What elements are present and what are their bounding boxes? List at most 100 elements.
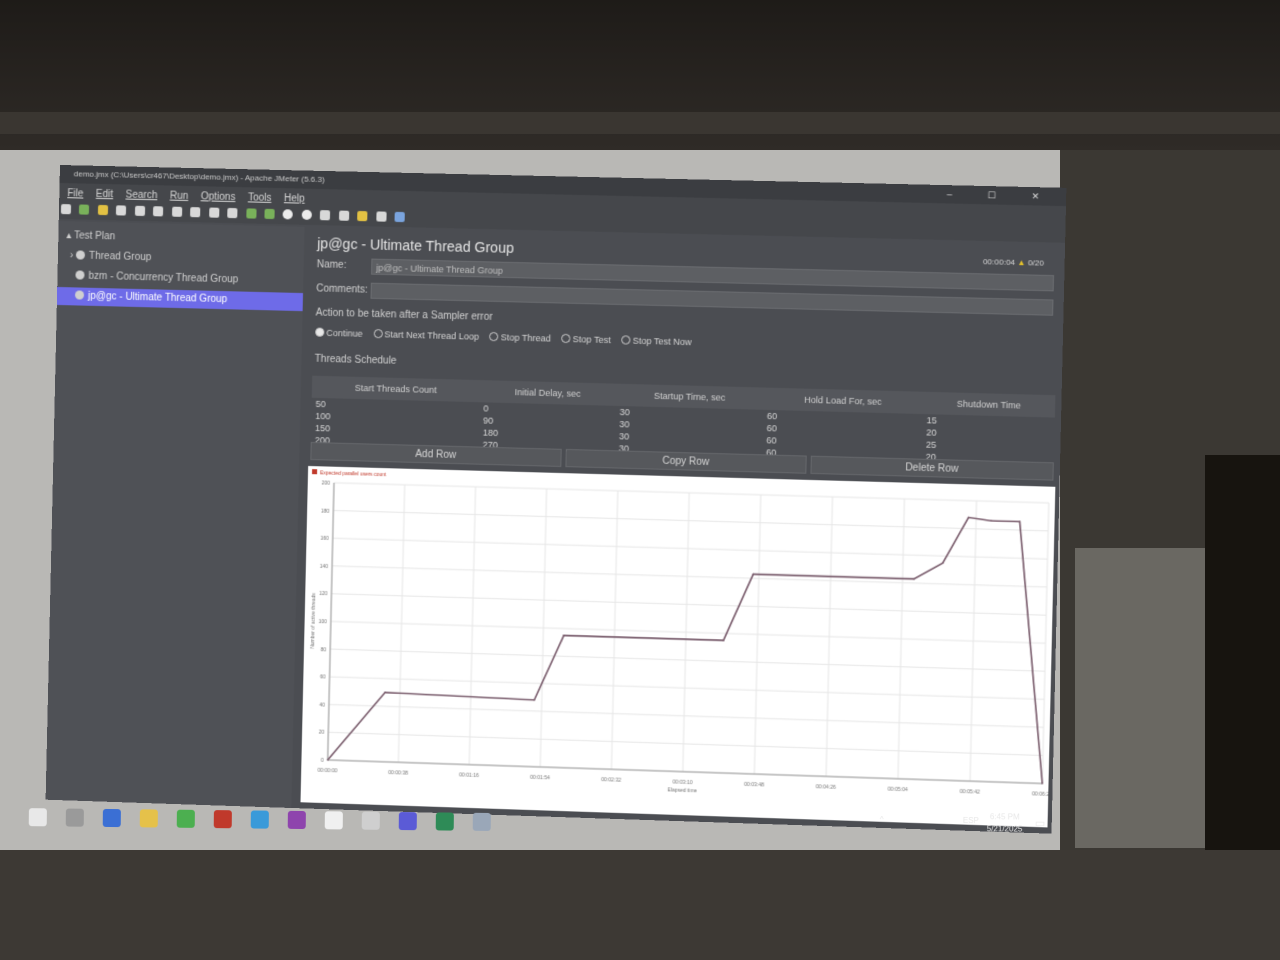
- tree-item-ultimate-thread-group[interactable]: jp@gc - Ultimate Thread Group: [56, 286, 304, 312]
- clock-date[interactable]: 5/21/2025: [987, 824, 1023, 833]
- radio-icon: [561, 333, 571, 344]
- input-language[interactable]: ESP: [963, 816, 979, 825]
- grid-line: [334, 483, 1049, 503]
- y-tick-label: 0: [321, 758, 324, 764]
- elapsed-time: 00:00:04: [982, 257, 1016, 268]
- jetbrains-icon[interactable]: [287, 810, 306, 830]
- x-tick-label: 00:06:20: [1032, 791, 1052, 798]
- excel-icon[interactable]: [435, 812, 454, 831]
- x-tick-label: 00:03:10: [673, 779, 693, 786]
- paste-icon[interactable]: [171, 206, 182, 217]
- name-label: Name:: [316, 259, 347, 272]
- window-title: demo.jmx (C:\Users\cr467\Desktop\demo.jm…: [73, 169, 325, 185]
- x-tick-label: 00:03:48: [744, 782, 764, 789]
- grid-line: [331, 594, 1046, 615]
- comments-label: Comments:: [316, 283, 368, 296]
- radio-icon: [489, 331, 499, 342]
- start-icon[interactable]: [245, 208, 257, 219]
- thread-group-panel: jp@gc - Ultimate Thread Group 00:00:04 ▲…: [296, 226, 1066, 834]
- jmeter-icon[interactable]: [472, 812, 491, 831]
- y-tick-label: 40: [319, 702, 325, 708]
- terminal-icon[interactable]: [361, 811, 380, 830]
- copy-icon[interactable]: [153, 206, 164, 217]
- radio-label: Stop Test Now: [632, 335, 692, 348]
- tree-item-label: jp@gc - Ultimate Thread Group: [87, 290, 228, 306]
- radio-stop-test[interactable]: Stop Test: [561, 333, 611, 346]
- stop-icon[interactable]: [282, 209, 294, 220]
- clock-time[interactable]: 6:45 PM: [990, 812, 1020, 821]
- radio-label: Continue: [326, 327, 363, 339]
- expected-users-chart: Expected parallel users count 0 20 40 60 80 10…: [300, 465, 1056, 828]
- run-status: 00:00:04 ▲ 0/20: [983, 257, 1044, 268]
- toggle-icon[interactable]: [227, 207, 238, 219]
- y-tick-label: 100: [318, 619, 327, 625]
- templates-icon[interactable]: [79, 204, 90, 215]
- chart-svg: Expected parallel users count 0 20 40 60 80 10…: [310, 469, 1052, 798]
- browser-icon[interactable]: [176, 809, 195, 828]
- tree-item-label: Test Plan: [73, 230, 116, 243]
- y-tick-label: 60: [320, 675, 326, 681]
- grid-line: [333, 538, 1048, 559]
- warning-icon[interactable]: ▲: [1017, 258, 1025, 267]
- radio-continue[interactable]: Continue: [315, 327, 363, 339]
- visual-studio-icon[interactable]: [398, 812, 417, 831]
- y-axis-label: Number of active threads: [310, 592, 317, 649]
- chrome-icon[interactable]: [324, 811, 343, 830]
- radio-label: Start Next Thread Loop: [384, 329, 480, 342]
- ceiling-beam: [0, 112, 1280, 134]
- outlook-icon[interactable]: [102, 808, 121, 828]
- radio-start-next-thread-loop[interactable]: Start Next Thread Loop: [373, 329, 479, 342]
- open-icon[interactable]: [97, 204, 109, 216]
- tree-item-label: bzm - Concurrency Thread Group: [88, 270, 239, 286]
- windows-icon[interactable]: [28, 808, 47, 827]
- x-axis-label: Elapsed time: [668, 787, 698, 794]
- y-tick-label: 180: [321, 508, 330, 514]
- x-tick-label: 00:04:26: [816, 784, 836, 791]
- x-tick-label: 00:01:16: [459, 772, 479, 779]
- clear-icon[interactable]: [320, 210, 331, 221]
- radio-icon: [621, 335, 631, 345]
- new-icon[interactable]: [60, 204, 72, 215]
- y-tick-label: 120: [319, 591, 328, 597]
- threads-schedule-label: Threads Schedule: [314, 353, 397, 367]
- x-tick-label: 00:02:32: [601, 777, 621, 784]
- tray-arrow-icon[interactable]: ^: [880, 815, 884, 824]
- grid-line: [328, 732, 1043, 755]
- help-icon[interactable]: [394, 211, 405, 223]
- gear-icon: [75, 270, 85, 280]
- app-icon[interactable]: [213, 810, 232, 829]
- radio-stop-test-now[interactable]: Stop Test Now: [621, 335, 692, 348]
- shutdown-icon[interactable]: [301, 209, 312, 220]
- y-tick-label: 80: [320, 647, 326, 653]
- active-threads-count: 0/20: [1027, 258, 1045, 268]
- function-helper-icon[interactable]: [376, 211, 387, 222]
- expand-icon[interactable]: [190, 207, 201, 218]
- clear-all-icon[interactable]: [338, 210, 350, 221]
- tree-item-concurrency-thread-group[interactable]: bzm - Concurrency Thread Group: [75, 267, 238, 289]
- telegram-icon[interactable]: [250, 810, 269, 829]
- save-icon[interactable]: [116, 205, 127, 216]
- radio-stop-thread[interactable]: Stop Thread: [489, 331, 551, 344]
- task-view-icon[interactable]: [65, 808, 84, 827]
- start-no-pause-icon[interactable]: [264, 208, 275, 220]
- grid-line: [330, 677, 1045, 700]
- collapse-icon[interactable]: [208, 207, 220, 218]
- x-tick-label: 00:00:00: [318, 768, 338, 775]
- panel-title: jp@gc - Ultimate Thread Group: [317, 235, 515, 256]
- radio-label: Stop Test: [572, 334, 611, 346]
- radio-label: Stop Thread: [500, 332, 551, 344]
- grid-line: [333, 511, 1048, 531]
- legend-swatch: [312, 469, 318, 475]
- tree-item-test-plan[interactable]: ▴ Test Plan: [66, 227, 115, 246]
- notification-icon[interactable]: ▭: [1035, 817, 1046, 830]
- y-tick-label: 160: [320, 536, 329, 542]
- cut-icon[interactable]: [134, 205, 145, 217]
- radio-icon: [373, 329, 383, 339]
- room-floor: [0, 850, 1280, 960]
- search-icon[interactable]: [357, 210, 368, 222]
- jmeter-window: demo.jmx (C:\Users\cr467\Desktop\demo.jm…: [45, 165, 1067, 834]
- tree-item-thread-group[interactable]: › Thread Group: [70, 247, 152, 267]
- tree-item-label: Thread Group: [88, 250, 152, 264]
- test-plan-tree: ▴ Test Plan › Thread Group bzm - Concurr…: [45, 220, 305, 808]
- file-explorer-icon[interactable]: [139, 809, 158, 828]
